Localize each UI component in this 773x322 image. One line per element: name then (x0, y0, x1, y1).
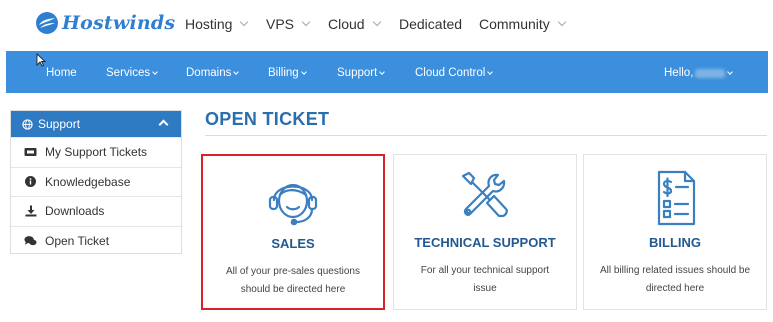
chevron-up-icon[interactable] (158, 119, 169, 130)
chevron-down-icon (557, 17, 567, 27)
chevron-down-icon (233, 68, 240, 75)
card-description: All billing related issues should be dir… (599, 265, 751, 294)
nav-billing-label: Billing (268, 67, 299, 79)
nav-domains[interactable]: Domains (186, 67, 240, 79)
username-redacted (695, 68, 726, 78)
user-greeting: Hello, (664, 67, 694, 79)
top-header: Hostwinds Hosting VPS Cloud Dedicated Co… (0, 0, 773, 50)
page-title: OPEN TICKET (205, 109, 330, 129)
nav-support-label: Support (337, 67, 378, 79)
logo-icon (36, 12, 58, 34)
department-card-sales[interactable]: SALES All of your pre-sales questions sh… (201, 154, 385, 310)
topnav-cloud[interactable]: Cloud (328, 16, 381, 32)
topnav-community[interactable]: Community (479, 16, 567, 32)
topnav-hosting-label: Hosting (185, 16, 233, 32)
sidebar-item-knowledgebase[interactable]: Knowledgebase (11, 166, 181, 197)
department-card-technical-support[interactable]: TECHNICAL SUPPORT For all your technical… (393, 154, 577, 310)
nav-billing[interactable]: Billing (268, 67, 307, 79)
chevron-down-icon (487, 68, 494, 75)
topnav-dedicated[interactable]: Dedicated (399, 16, 462, 32)
chevron-down-icon (300, 68, 307, 75)
chevron-down-icon (301, 17, 311, 27)
card-title: BILLING (649, 235, 701, 250)
nav-services[interactable]: Services (106, 67, 158, 79)
card-description: All of your pre-sales questions should b… (226, 266, 360, 295)
support-sidebar: Support My Support Tickets Knowledgebase… (10, 110, 182, 254)
sidebar-item-downloads[interactable]: Downloads (11, 196, 181, 226)
globe-icon (22, 118, 33, 130)
chevron-down-icon (152, 68, 158, 75)
sidebar-item-label: Downloads (45, 204, 105, 219)
sidebar-header[interactable]: Support (11, 111, 181, 137)
headset-icon (268, 183, 318, 226)
nav-home-label: Home (46, 67, 77, 79)
nav-home[interactable]: Home (46, 67, 77, 79)
topnav-community-label: Community (479, 16, 550, 32)
sidebar-item-label: Open Ticket (45, 233, 110, 248)
download-icon (24, 205, 37, 217)
card-title: TECHNICAL SUPPORT (414, 235, 556, 250)
comments-icon (24, 235, 37, 247)
divider (205, 135, 767, 136)
chevron-down-icon (727, 68, 734, 75)
nav-support[interactable]: Support (337, 67, 386, 79)
invoice-icon (657, 170, 696, 226)
sidebar-item-label: Knowledgebase (45, 174, 131, 189)
topnav-dedicated-label: Dedicated (399, 16, 463, 32)
mouse-cursor-icon (36, 53, 46, 67)
brand-name: Hostwinds (62, 12, 176, 34)
chevron-down-icon (372, 17, 381, 27)
nav-cloud-control-label: Cloud Control (415, 67, 486, 79)
ticket-icon (24, 146, 37, 158)
card-title: SALES (271, 236, 315, 251)
main-nav: Home Services Domains Billing Support Cl… (6, 51, 768, 93)
topnav-vps[interactable]: VPS (266, 16, 311, 32)
nav-domains-label: Domains (186, 67, 232, 79)
user-menu[interactable]: Hello, (664, 67, 734, 79)
sidebar-item-label: My Support Tickets (45, 145, 148, 160)
sidebar-item-open-ticket[interactable]: Open Ticket (11, 225, 181, 256)
logo[interactable]: Hostwinds (35, 11, 175, 35)
chevron-down-icon (379, 68, 386, 75)
nav-cloud-control[interactable]: Cloud Control (415, 67, 494, 79)
topnav-cloud-label: Cloud (328, 16, 365, 32)
chevron-down-icon (240, 17, 249, 27)
department-card-billing[interactable]: BILLING All billing related issues shoul… (583, 154, 767, 310)
info-icon (24, 176, 37, 188)
tools-icon (461, 171, 508, 218)
card-description: For all your technical support issue (420, 265, 550, 294)
topnav-hosting[interactable]: Hosting (185, 16, 249, 32)
nav-services-label: Services (106, 67, 151, 79)
sidebar-header-label: Support (38, 117, 81, 131)
sidebar-item-my-support-tickets[interactable]: My Support Tickets (11, 137, 181, 167)
topnav-vps-label: VPS (266, 16, 295, 32)
